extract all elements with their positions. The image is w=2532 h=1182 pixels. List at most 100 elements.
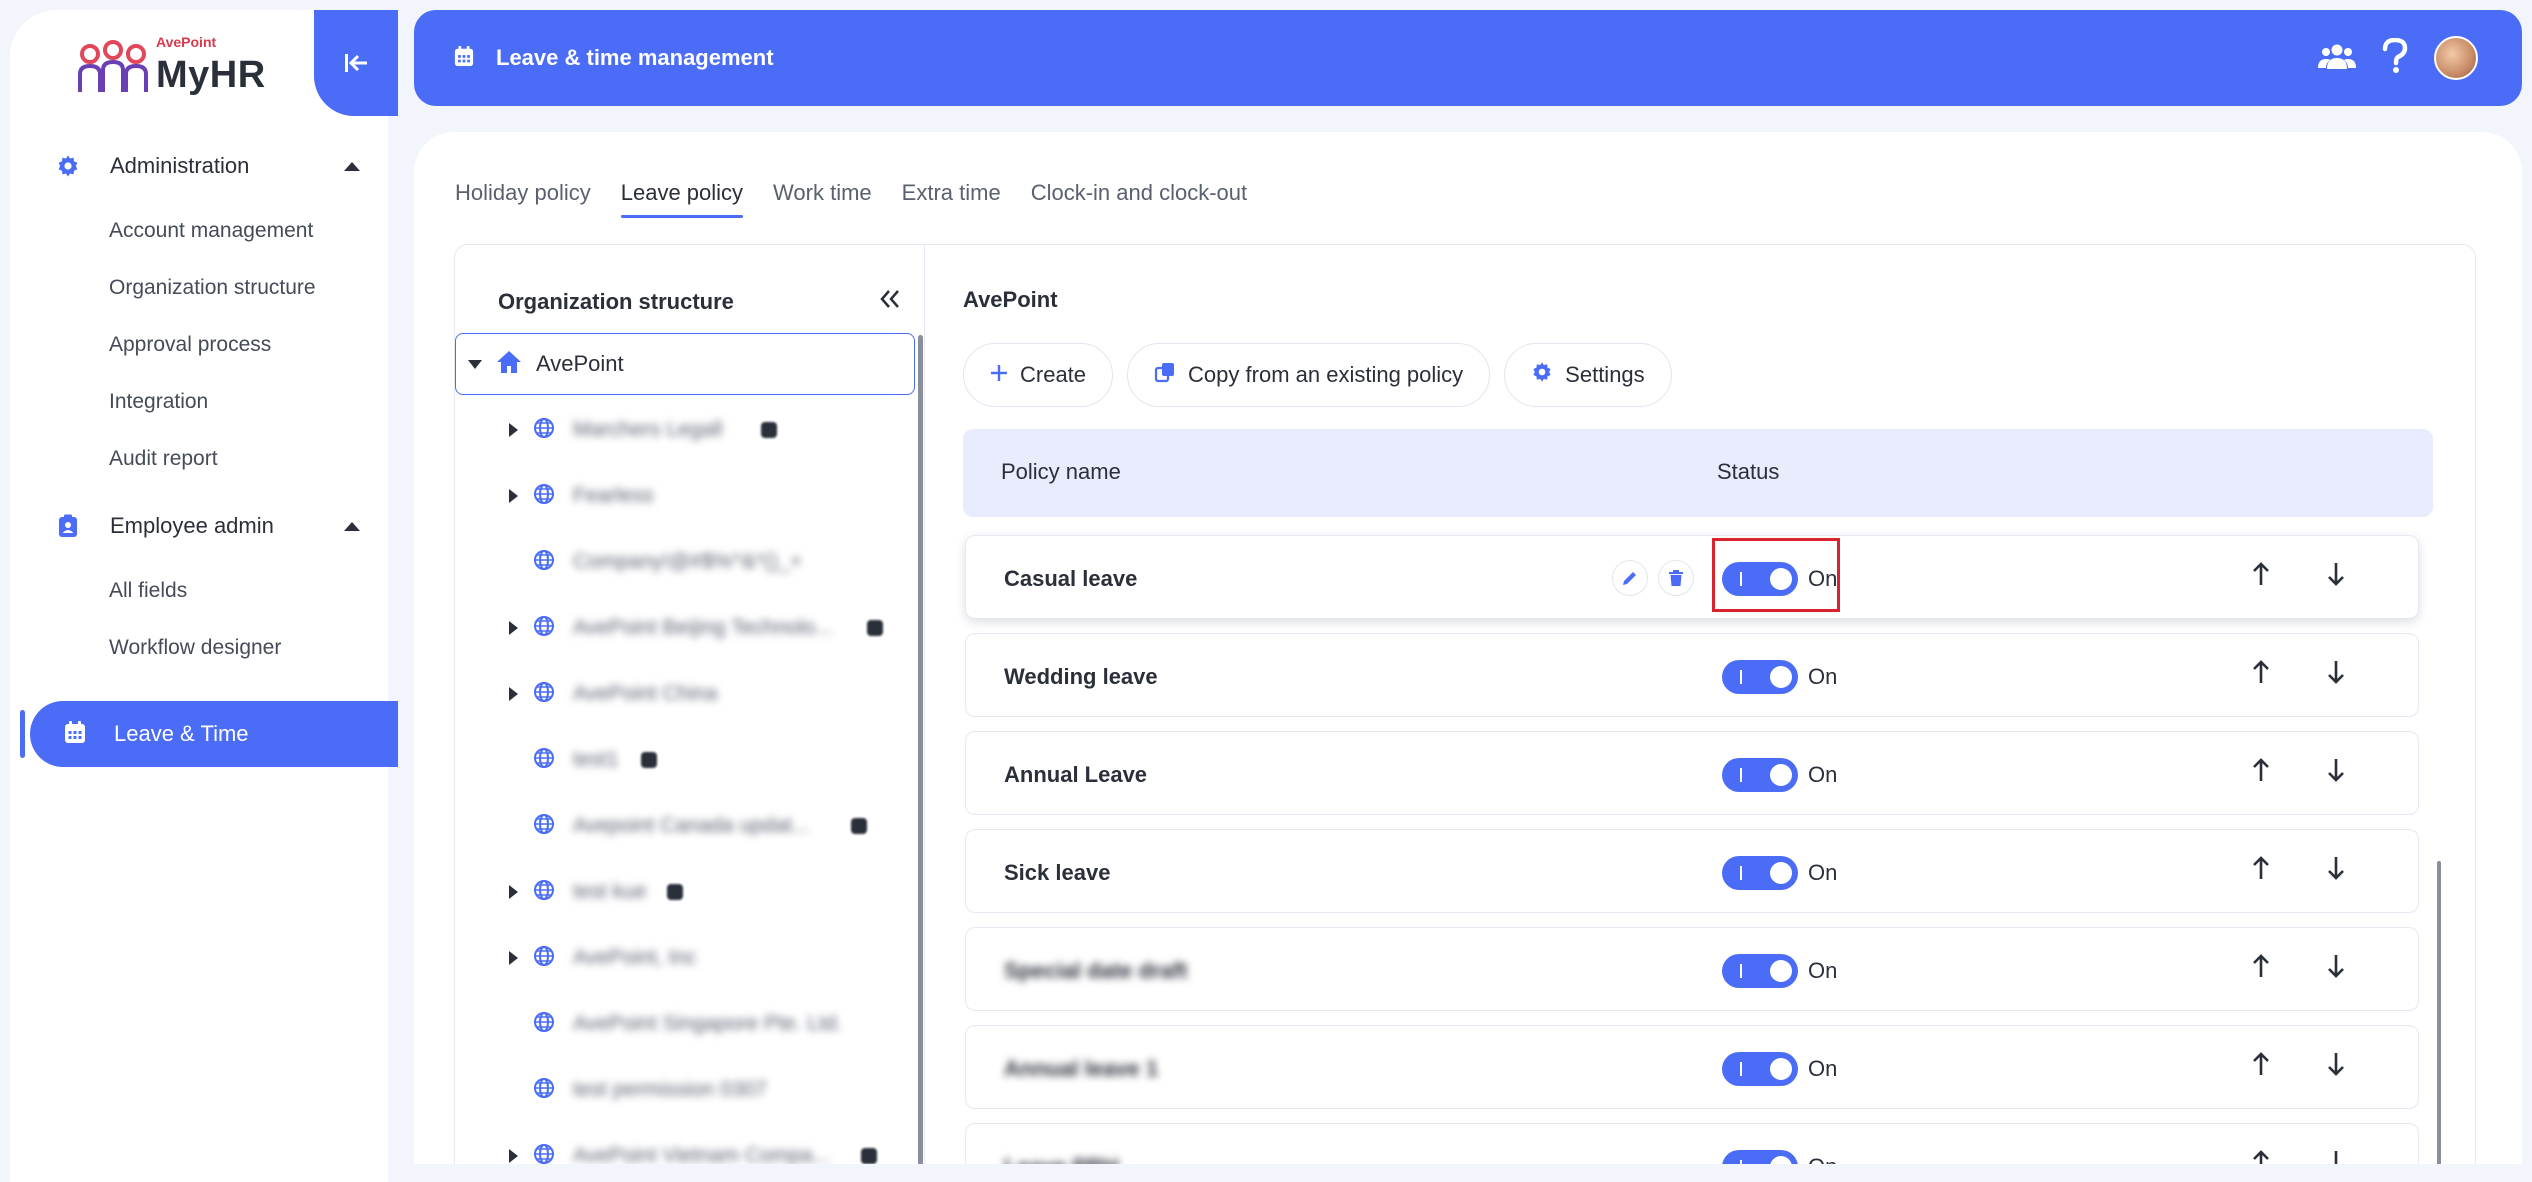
settings-button[interactable]: Settings <box>1504 343 1672 407</box>
tab-holiday-policy[interactable]: Holiday policy <box>455 180 591 218</box>
move-up-icon[interactable] <box>2251 756 2271 789</box>
table-row[interactable]: Casual leave On <box>965 535 2419 619</box>
row-tools <box>1612 560 1694 596</box>
nav-organization-structure[interactable]: Organization structure <box>10 259 388 316</box>
copy-policy-button[interactable]: Copy from an existing policy <box>1127 343 1491 407</box>
table-row[interactable]: Annual Leave On <box>965 731 2419 815</box>
table-row[interactable]: Wedding leave On <box>965 633 2419 717</box>
tree-node-label: Avepoint Canada updat... <box>573 814 810 837</box>
nav-administration[interactable]: Administration <box>10 136 388 196</box>
tree-node-root[interactable]: AvePoint <box>455 333 915 395</box>
lock-icon <box>867 620 883 636</box>
policy-tabs: Holiday policy Leave policy Work time Ex… <box>455 180 1277 218</box>
tree-node[interactable]: test1 <box>455 727 915 793</box>
globe-icon <box>533 483 555 510</box>
tab-leave-policy[interactable]: Leave policy <box>620 180 744 218</box>
globe-icon <box>533 615 555 642</box>
status-label: On <box>1808 664 1838 689</box>
nav-approval-process[interactable]: Approval process <box>10 316 388 373</box>
tree-node[interactable]: Marchers Legall <box>455 397 915 463</box>
status-label: On <box>1808 762 1838 787</box>
move-up-icon[interactable] <box>2251 854 2271 887</box>
table-row[interactable]: Leave PRH On <box>965 1123 2419 1164</box>
user-avatar[interactable] <box>2434 36 2478 80</box>
myhr-logo-icon <box>78 40 148 92</box>
expand-caret-icon[interactable] <box>509 951 518 965</box>
move-up-icon[interactable] <box>2251 658 2271 691</box>
move-up-icon[interactable] <box>2251 1148 2271 1164</box>
status-toggle[interactable] <box>1722 856 1798 890</box>
tree-node[interactable]: Avepoint Canada updat... <box>455 793 915 859</box>
nav-workflow-designer[interactable]: Workflow designer <box>10 619 388 676</box>
collapse-tree-icon[interactable] <box>879 289 901 314</box>
status-toggle[interactable] <box>1722 1150 1798 1164</box>
nav-leave-and-time[interactable]: Leave & Time <box>30 701 398 767</box>
tree-node[interactable]: Fearless <box>455 463 915 529</box>
edit-icon[interactable] <box>1612 560 1648 596</box>
expand-caret-icon[interactable] <box>509 621 518 635</box>
status-toggle[interactable] <box>1722 1052 1798 1086</box>
tree-node[interactable]: Company!@#$%^&*()_+ <box>455 529 915 595</box>
company-logo-text: AvePoint <box>156 33 217 50</box>
move-down-icon[interactable] <box>2326 560 2346 593</box>
move-up-icon[interactable] <box>2251 1050 2271 1083</box>
move-down-icon[interactable] <box>2326 854 2346 887</box>
move-up-icon[interactable] <box>2251 952 2271 985</box>
help-icon[interactable] <box>2382 37 2408 79</box>
nav-account-management[interactable]: Account management <box>10 202 388 259</box>
tree-node[interactable]: AvePoint Vietnam Compa... <box>455 1123 915 1164</box>
highlight-box <box>1712 538 1840 612</box>
lock-icon <box>761 422 777 438</box>
policy-name: Casual leave <box>1004 566 1138 591</box>
expand-caret-icon[interactable] <box>509 1149 518 1163</box>
policy-name: Special date draft <box>1004 958 1188 983</box>
expand-caret-icon[interactable] <box>509 687 518 701</box>
expand-caret-icon[interactable] <box>509 885 518 899</box>
tab-extra-time[interactable]: Extra time <box>902 180 1001 218</box>
nav-group-employee-admin: Employee admin All fields Workflow desig… <box>10 496 388 676</box>
tree-node[interactable]: test permission 0307 <box>455 1057 915 1123</box>
expand-caret-icon[interactable] <box>509 489 518 503</box>
settings-button-label: Settings <box>1565 362 1645 387</box>
policy-name: Annual leave 1 <box>1004 1056 1159 1081</box>
tree-node[interactable]: AvePoint China <box>455 661 915 727</box>
policy-list-scrollbar[interactable] <box>2437 861 2441 1164</box>
tree-node[interactable]: AvePoint Singapore Pte. Ltd. <box>455 991 915 1057</box>
app-logo[interactable]: AvePoint MyHR <box>76 34 266 98</box>
table-row[interactable]: Sick leave On <box>965 829 2419 913</box>
move-up-icon[interactable] <box>2251 560 2271 593</box>
expand-caret-icon[interactable] <box>509 423 518 437</box>
users-icon[interactable] <box>2318 42 2356 75</box>
collapse-sidebar-button[interactable] <box>314 10 398 116</box>
tree-node[interactable]: AvePoint Beijing Technolo... <box>455 595 915 661</box>
copy-policy-button-label: Copy from an existing policy <box>1188 362 1464 387</box>
tab-work-time[interactable]: Work time <box>773 180 872 218</box>
nav-all-fields[interactable]: All fields <box>10 562 388 619</box>
expanded-caret-icon <box>468 359 482 369</box>
nav-integration[interactable]: Integration <box>10 373 388 430</box>
status-toggle[interactable] <box>1722 758 1798 792</box>
tree-node[interactable]: AvePoint, Inc <box>455 925 915 991</box>
move-down-icon[interactable] <box>2326 1148 2346 1164</box>
tree-scrollbar[interactable] <box>918 335 923 1164</box>
nav-audit-report[interactable]: Audit report <box>10 430 388 487</box>
move-down-icon[interactable] <box>2326 756 2346 789</box>
nav-employee-admin[interactable]: Employee admin <box>10 496 388 556</box>
tab-clock-in-out[interactable]: Clock-in and clock-out <box>1031 180 1247 218</box>
tree-node-label: AvePoint Beijing Technolo... <box>573 616 833 639</box>
delete-icon[interactable] <box>1658 560 1694 596</box>
tree-root-label: AvePoint <box>536 351 624 376</box>
move-down-icon[interactable] <box>2326 658 2346 691</box>
table-row[interactable]: Annual leave 1 On <box>965 1025 2419 1109</box>
status-toggle[interactable] <box>1722 954 1798 988</box>
tree-node-label: AvePoint Singapore Pte. Ltd. <box>573 1012 843 1035</box>
status-label: On <box>1808 860 1838 885</box>
move-down-icon[interactable] <box>2326 952 2346 985</box>
create-button[interactable]: Create <box>963 343 1114 407</box>
home-icon <box>496 350 522 379</box>
status-toggle[interactable] <box>1722 660 1798 694</box>
move-down-icon[interactable] <box>2326 1050 2346 1083</box>
lock-icon <box>851 818 867 834</box>
table-row[interactable]: Special date draft On <box>965 927 2419 1011</box>
tree-node[interactable]: test kue <box>455 859 915 925</box>
